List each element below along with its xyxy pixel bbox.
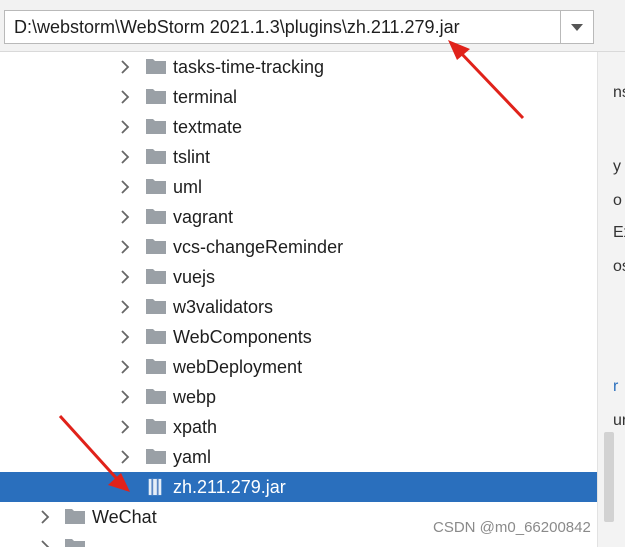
- tree-row-textmate[interactable]: textmate: [0, 112, 597, 142]
- chevron-right-icon[interactable]: [118, 389, 132, 405]
- tree-row-tslint[interactable]: tslint: [0, 142, 597, 172]
- folder-icon: [146, 209, 166, 224]
- folder-icon: [146, 449, 166, 464]
- folder-icon: [146, 239, 166, 254]
- tree-item-label: WebComponents: [173, 327, 312, 347]
- tree-item-label: webDeployment: [173, 357, 303, 377]
- scrollbar-thumb[interactable]: [604, 432, 614, 522]
- side-text-fragment: y: [613, 158, 621, 175]
- side-text-fragment: Ex: [613, 224, 625, 241]
- side-text-fragment: ns: [613, 84, 625, 101]
- folder-icon: [65, 509, 85, 524]
- tree-item-label: uml: [173, 177, 203, 197]
- folder-icon: [146, 89, 166, 104]
- chevron-right-icon[interactable]: [118, 119, 132, 135]
- chevron-right-icon[interactable]: [38, 539, 52, 547]
- tree-row-terminal[interactable]: terminal: [0, 82, 597, 112]
- tree-item-label: vuejs: [173, 267, 216, 287]
- tree-row-vagrant[interactable]: vagrant: [0, 202, 597, 232]
- folder-icon: [146, 299, 166, 314]
- tree-row-zh-jar[interactable]: zh.211.279.jar: [0, 472, 597, 502]
- chevron-right-icon[interactable]: [118, 299, 132, 315]
- tree-item-label: tslint: [173, 147, 211, 167]
- chevron-right-icon[interactable]: [118, 419, 132, 435]
- tree-item-label: textmate: [173, 117, 243, 137]
- tree-item-label: tasks-time-tracking: [173, 57, 325, 77]
- tree-row-vuejs[interactable]: vuejs: [0, 262, 597, 292]
- tree-item-label: webp: [173, 387, 217, 407]
- tree-row-webcomponents[interactable]: WebComponents: [0, 322, 597, 352]
- tree-row-webdeployment[interactable]: webDeployment: [0, 352, 597, 382]
- file-tree: tasks-time-tracking terminal textmate ts…: [0, 52, 597, 547]
- chevron-right-icon[interactable]: [118, 359, 132, 375]
- path-bar: D:\webstorm\WebStorm 2021.1.3\plugins\zh…: [0, 0, 625, 52]
- chevron-down-icon: [571, 24, 583, 31]
- side-text-fragment: o: [613, 192, 622, 209]
- chevron-right-icon[interactable]: [118, 269, 132, 285]
- chevron-right-icon[interactable]: [118, 239, 132, 255]
- chevron-right-icon[interactable]: [38, 509, 52, 525]
- side-text-fragment: os: [613, 258, 625, 275]
- chevron-right-icon[interactable]: [118, 449, 132, 465]
- path-dropdown-button[interactable]: [560, 10, 594, 44]
- folder-icon: [146, 359, 166, 374]
- tree-row-xpath[interactable]: xpath: [0, 412, 597, 442]
- tree-item-label: terminal: [173, 87, 238, 107]
- chevron-right-icon[interactable]: [118, 149, 132, 165]
- tree-row-tasks-time-tracking[interactable]: tasks-time-tracking: [0, 52, 597, 82]
- folder-icon: [146, 269, 166, 284]
- tree-item-label: yaml: [173, 447, 212, 467]
- tree-item-label: xpath: [173, 417, 218, 437]
- tree-row-webp[interactable]: webp: [0, 382, 597, 412]
- folder-icon: [146, 179, 166, 194]
- folder-icon: [65, 539, 85, 547]
- side-text-fragment: ur: [613, 412, 625, 429]
- tree-row-uml[interactable]: uml: [0, 172, 597, 202]
- tree-item-label: vcs-changeReminder: [173, 237, 344, 257]
- folder-icon: [146, 59, 166, 74]
- chevron-right-icon[interactable]: [118, 209, 132, 225]
- tree-row-w3validators[interactable]: w3validators: [0, 292, 597, 322]
- watermark: CSDN @m0_66200842: [433, 519, 591, 536]
- tree-row-yaml[interactable]: yaml: [0, 442, 597, 472]
- jar-file-icon: [148, 478, 162, 496]
- tree-item-label: zh.211.279.jar: [173, 477, 286, 497]
- chevron-right-icon[interactable]: [118, 329, 132, 345]
- folder-icon: [146, 329, 166, 344]
- chevron-right-icon[interactable]: [118, 89, 132, 105]
- vertical-scrollbar[interactable]: [597, 52, 625, 547]
- tree-item-label: w3validators: [173, 297, 274, 317]
- tree-row-vcs-changereminder[interactable]: vcs-changeReminder: [0, 232, 597, 262]
- path-input[interactable]: D:\webstorm\WebStorm 2021.1.3\plugins\zh…: [4, 10, 560, 44]
- chevron-right-icon[interactable]: [118, 59, 132, 75]
- side-text-fragment: r: [613, 378, 619, 395]
- tree-item-label: WeChat: [92, 507, 157, 527]
- chevron-right-icon[interactable]: [118, 179, 132, 195]
- folder-icon: [146, 389, 166, 404]
- folder-icon: [146, 419, 166, 434]
- folder-icon: [146, 119, 166, 134]
- folder-icon: [146, 149, 166, 164]
- tree-item-label: vagrant: [173, 207, 234, 227]
